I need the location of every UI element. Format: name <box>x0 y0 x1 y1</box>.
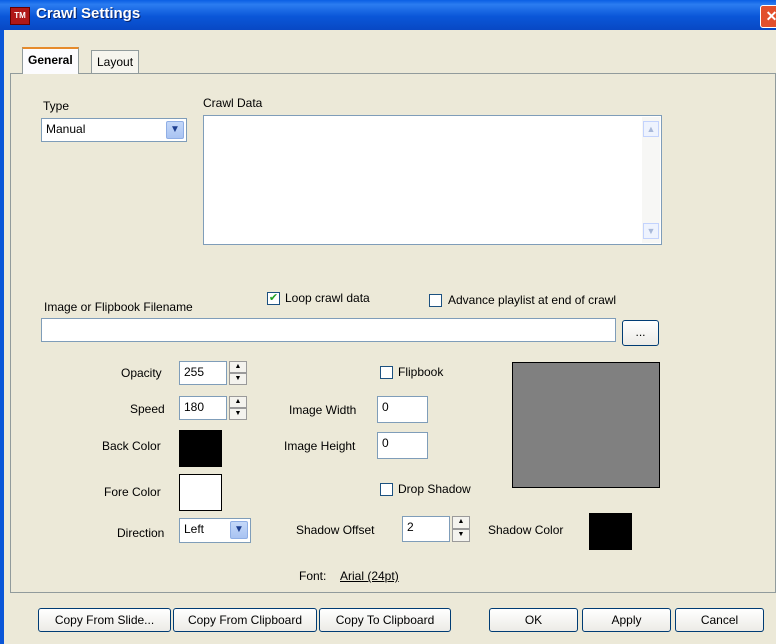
crawl-data-scrollbar[interactable]: ▲ ▼ <box>642 117 660 243</box>
spin-up-icon[interactable]: ▲ <box>452 516 470 529</box>
shadow-color-swatch[interactable] <box>589 513 632 550</box>
scroll-up-icon[interactable]: ▲ <box>643 121 659 137</box>
ok-button[interactable]: OK <box>489 608 578 632</box>
crawl-data-textarea[interactable]: ▲ ▼ <box>203 115 662 245</box>
tab-general[interactable]: General <box>22 47 79 74</box>
window-title: Crawl Settings <box>36 5 141 22</box>
checkbox-unchecked-icon[interactable] <box>380 366 393 379</box>
copy-to-clipboard-button[interactable]: Copy To Clipboard <box>319 608 451 632</box>
speed-label: Speed <box>130 402 165 416</box>
checkbox-unchecked-icon[interactable] <box>429 294 442 307</box>
chevron-down-icon[interactable]: ▼ <box>166 121 184 139</box>
apply-button[interactable]: Apply <box>582 608 671 632</box>
advance-playlist-label: Advance playlist at end of crawl <box>448 293 617 307</box>
shadow-color-label: Shadow Color <box>488 523 564 537</box>
window-frame <box>0 30 4 644</box>
copy-from-clipboard-button[interactable]: Copy From Clipboard <box>173 608 317 632</box>
shadow-offset-input[interactable]: 2 <box>402 516 450 542</box>
back-color-label: Back Color <box>102 439 161 453</box>
image-width-input[interactable]: 0 <box>377 396 428 423</box>
opacity-label: Opacity <box>121 366 162 380</box>
type-label: Type <box>43 99 70 113</box>
type-value: Manual <box>46 122 86 136</box>
direction-select[interactable]: Left ▼ <box>179 518 251 543</box>
opacity-input[interactable]: 255 <box>179 361 227 385</box>
opacity-spinner[interactable]: ▲ ▼ <box>229 361 247 385</box>
app-icon: TM <box>10 7 30 25</box>
shadow-offset-spinner[interactable]: ▲ ▼ <box>452 516 470 542</box>
spin-down-icon[interactable]: ▼ <box>452 529 470 542</box>
scroll-down-icon[interactable]: ▼ <box>643 223 659 239</box>
shadow-offset-label: Shadow Offset <box>296 523 375 537</box>
loop-crawl-label: Loop crawl data <box>285 291 370 305</box>
browse-button[interactable]: ... <box>622 320 659 346</box>
font-label: Font: <box>299 569 327 583</box>
title-bar[interactable]: TM Crawl Settings ✕ <box>0 0 776 30</box>
direction-label: Direction <box>117 526 165 540</box>
image-filename-label: Image or Flipbook Filename <box>44 300 193 314</box>
spin-down-icon[interactable]: ▼ <box>229 373 247 385</box>
image-height-input[interactable]: 0 <box>377 432 428 459</box>
image-filename-input[interactable] <box>41 318 616 342</box>
back-color-swatch[interactable] <box>179 430 222 467</box>
fore-color-label: Fore Color <box>104 485 161 499</box>
tab-layout[interactable]: Layout <box>91 50 140 73</box>
close-icon[interactable]: ✕ <box>760 5 776 28</box>
checkbox-unchecked-icon[interactable] <box>380 483 393 496</box>
spin-down-icon[interactable]: ▼ <box>229 408 247 420</box>
speed-spinner[interactable]: ▲ ▼ <box>229 396 247 420</box>
speed-input[interactable]: 180 <box>179 396 227 420</box>
preview-box <box>512 362 660 488</box>
drop-shadow-label: Drop Shadow <box>398 482 471 496</box>
type-select[interactable]: Manual ▼ <box>41 118 187 142</box>
font-link[interactable]: Arial (24pt) <box>340 569 399 583</box>
checkbox-checked-icon[interactable]: ✔ <box>267 292 280 305</box>
direction-value: Left <box>184 522 205 536</box>
crawl-data-label: Crawl Data <box>203 96 263 110</box>
flipbook-label: Flipbook <box>398 365 444 379</box>
image-width-label: Image Width <box>289 403 357 417</box>
spin-up-icon[interactable]: ▲ <box>229 361 247 373</box>
spin-up-icon[interactable]: ▲ <box>229 396 247 408</box>
chevron-down-icon[interactable]: ▼ <box>230 521 248 539</box>
image-height-label: Image Height <box>284 439 356 453</box>
cancel-button[interactable]: Cancel <box>675 608 764 632</box>
fore-color-swatch[interactable] <box>179 474 222 511</box>
copy-from-slide-button[interactable]: Copy From Slide... <box>38 608 171 632</box>
